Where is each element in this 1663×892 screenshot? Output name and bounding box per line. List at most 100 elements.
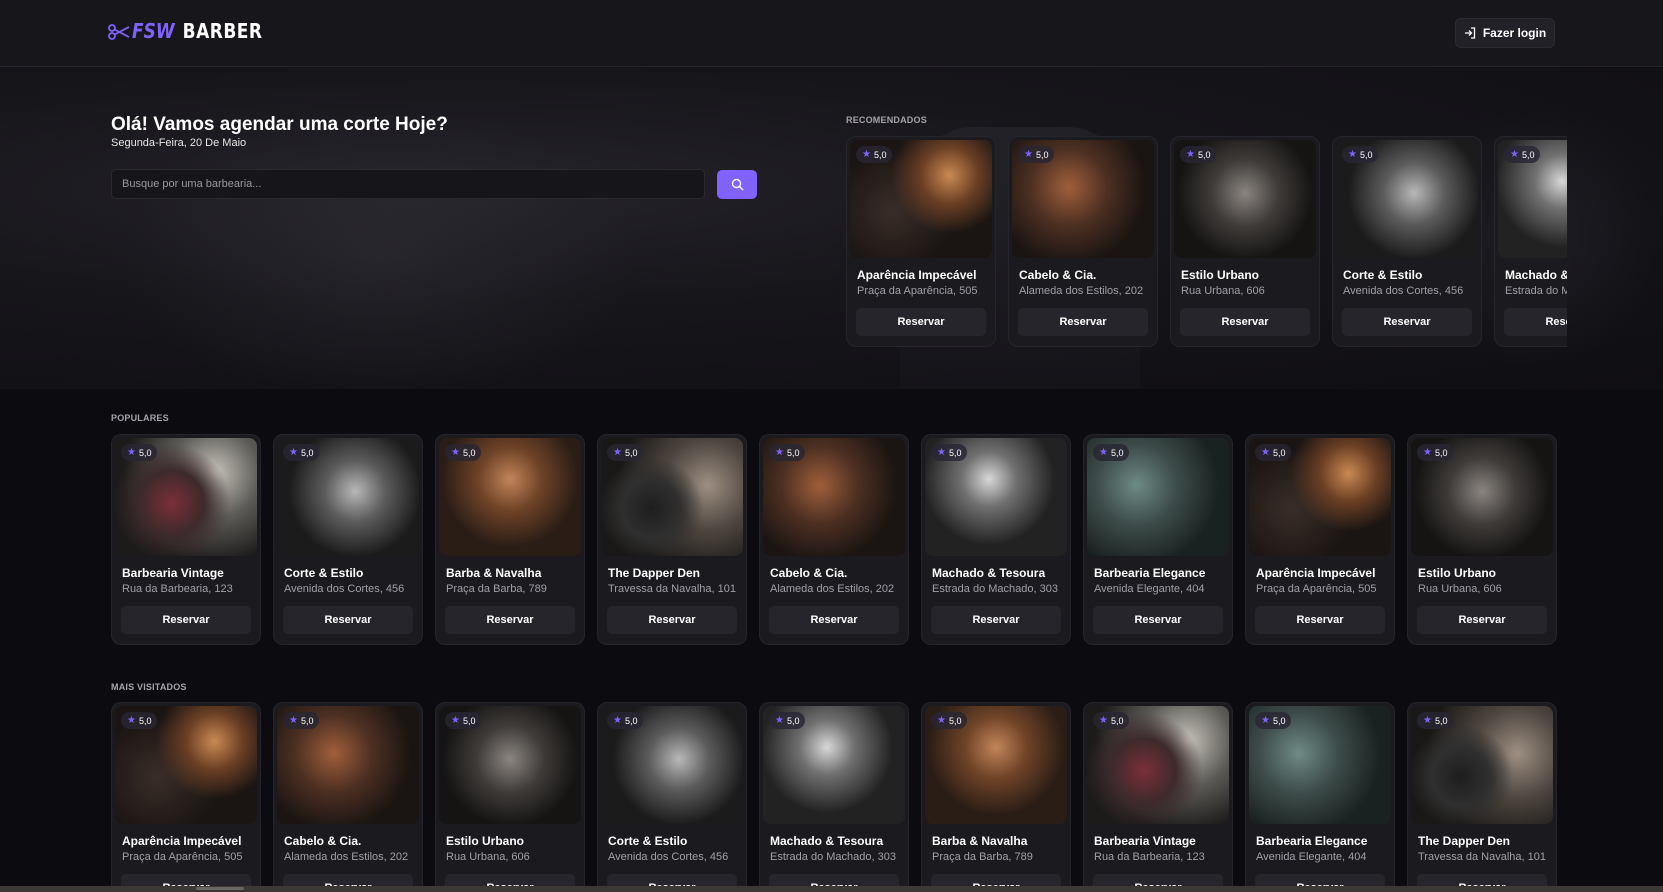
logo[interactable]: FSW BARBER — [108, 20, 262, 44]
rating-badge: ★ 5,0 — [1180, 146, 1217, 163]
barbershop-image: ★ 5,0 — [850, 140, 992, 258]
rating-value: 5,0 — [624, 715, 638, 726]
barbershop-name: Estilo Urbano — [1181, 268, 1260, 282]
reserve-button[interactable]: Reservar — [856, 308, 986, 336]
hero-bg-decoration — [120, 107, 640, 389]
scrollbar-thumb[interactable] — [196, 887, 244, 890]
star-icon: ★ — [1261, 714, 1270, 726]
most-visited-section-title: MAIS VISITADOS — [111, 682, 187, 692]
barbershop-address: Praça da Aparência, 505 — [857, 285, 978, 297]
barbershop-name: Barba & Navalha — [446, 566, 542, 580]
reserve-button[interactable]: Reservar — [1255, 606, 1385, 634]
star-icon: ★ — [1348, 148, 1357, 160]
rating-value: 5,0 — [1197, 149, 1211, 160]
rating-value: 5,0 — [786, 715, 800, 726]
search-input[interactable] — [111, 169, 705, 199]
reserve-button[interactable]: Reservar — [769, 606, 899, 634]
reserve-button[interactable]: Reservar — [1180, 308, 1310, 336]
barbershop-name: Barbearia Vintage — [1094, 834, 1196, 848]
reserve-button[interactable]: Reservar — [121, 606, 251, 634]
reserve-button[interactable]: Reservar — [445, 606, 575, 634]
barbershop-card[interactable]: ★ 5,0 Barbearia Vintage Rua da Barbearia… — [111, 434, 261, 645]
barbershop-card[interactable]: ★ 5,0 Aparência Impecável Praça da Aparê… — [111, 702, 261, 892]
rating-badge: ★ 5,0 — [607, 712, 644, 729]
rating-badge: ★ 5,0 — [1093, 444, 1130, 461]
login-button[interactable]: Fazer login — [1455, 18, 1555, 48]
rating-value: 5,0 — [1272, 447, 1286, 458]
reserve-button[interactable]: Reservar — [607, 606, 737, 634]
search-button[interactable] — [717, 170, 757, 199]
scissors-icon — [108, 24, 130, 40]
star-icon: ★ — [937, 714, 946, 726]
barbershop-card[interactable]: ★ 5,0 Cabelo & Cia. Alameda dos Estilos,… — [273, 702, 423, 892]
reserve-button[interactable]: Reservar — [283, 606, 413, 634]
rating-badge: ★ 5,0 — [931, 444, 968, 461]
barbershop-name: The Dapper Den — [1418, 834, 1511, 848]
rating-value: 5,0 — [1110, 447, 1124, 458]
barbershop-card[interactable]: ★ 5,0 Barbearia Elegance Avenida Elegant… — [1083, 434, 1233, 645]
barbershop-image: ★ 5,0 — [1411, 438, 1553, 556]
reserve-button[interactable]: Reservar — [1417, 606, 1547, 634]
barbershop-card[interactable]: ★ 5,0 Barbearia Vintage Rua da Barbearia… — [1083, 702, 1233, 892]
barbershop-card[interactable]: ★ 5,0 Barba & Navalha Praça da Barba, 78… — [435, 434, 585, 645]
login-label: Fazer login — [1482, 26, 1547, 40]
reserve-button[interactable]: Reservar — [931, 606, 1061, 634]
reserve-button[interactable]: Reservar — [1342, 308, 1472, 336]
barbershop-card[interactable]: ★ 5,0 Aparência Impecável Praça da Aparê… — [846, 136, 996, 347]
barbershop-card[interactable]: ★ 5,0 The Dapper Den Travessa da Navalha… — [597, 434, 747, 645]
barbershop-name: Cabelo & Cia. — [284, 834, 362, 848]
barbershop-card[interactable]: ★ 5,0 Estilo Urbano Rua Urbana, 606 Rese… — [1170, 136, 1320, 347]
barbershop-name: Corte & Estilo — [284, 566, 364, 580]
barbershop-image: ★ 5,0 — [1087, 438, 1229, 556]
barbershop-address: Avenida dos Cortes, 456 — [608, 851, 729, 863]
barbershop-name: Aparência Impecável — [122, 834, 242, 848]
horizontal-scrollbar[interactable] — [0, 886, 1663, 892]
barbershop-card[interactable]: ★ 5,0 Estilo Urbano Rua Urbana, 606 Rese… — [435, 702, 585, 892]
barbershop-image: ★ 5,0 — [1498, 140, 1567, 258]
reserve-button[interactable]: Reservar — [1018, 308, 1148, 336]
star-icon: ★ — [451, 446, 460, 458]
barbershop-address: Estrada do Machado, 303 — [1505, 285, 1567, 297]
barbershop-card[interactable]: ★ 5,0 Cabelo & Cia. Alameda dos Estilos,… — [1008, 136, 1158, 347]
barbershop-card[interactable]: ★ 5,0 Corte & Estilo Avenida dos Cortes,… — [1332, 136, 1482, 347]
star-icon: ★ — [289, 714, 298, 726]
rating-value: 5,0 — [462, 447, 476, 458]
rating-value: 5,0 — [1110, 715, 1124, 726]
rating-badge: ★ 5,0 — [931, 712, 968, 729]
rating-value: 5,0 — [1434, 715, 1448, 726]
barbershop-name: Machado & Tesoura — [770, 834, 884, 848]
barbershop-image: ★ 5,0 — [601, 706, 743, 824]
rating-value: 5,0 — [1359, 149, 1373, 160]
reserve-button[interactable]: Reservar — [1504, 308, 1567, 336]
barbershop-card[interactable]: ★ 5,0 Cabelo & Cia. Alameda dos Estilos,… — [759, 434, 909, 645]
barbershop-card[interactable]: ★ 5,0 Barba & Navalha Praça da Barba, 78… — [921, 702, 1071, 892]
barbershop-name: Machado & Tesoura — [1505, 268, 1567, 282]
star-icon: ★ — [1423, 446, 1432, 458]
star-icon: ★ — [775, 446, 784, 458]
barbershop-address: Praça da Barba, 789 — [932, 851, 1033, 863]
barbershop-card[interactable]: ★ 5,0 Aparência Impecável Praça da Aparê… — [1245, 434, 1395, 645]
greeting-title: Olá! Vamos agendar uma corte Hoje? — [111, 114, 448, 135]
search-icon — [731, 178, 743, 191]
logo-fsw-text: FSW — [132, 20, 175, 44]
current-date: Segunda-Feira, 20 De Maio — [111, 137, 247, 149]
barbershop-card[interactable]: ★ 5,0 Machado & Tesoura Estrada do Macha… — [759, 702, 909, 892]
most-visited-list: ★ 5,0 Aparência Impecável Praça da Aparê… — [111, 702, 1561, 892]
barbershop-card[interactable]: ★ 5,0 Corte & Estilo Avenida dos Cortes,… — [597, 702, 747, 892]
barbershop-card[interactable]: ★ 5,0 Machado & Tesoura Estrada do Macha… — [1494, 136, 1567, 347]
barbershop-card[interactable]: ★ 5,0 Machado & Tesoura Estrada do Macha… — [921, 434, 1071, 645]
barbershop-address: Travessa da Navalha, 101 — [608, 583, 736, 595]
barbershop-name: Barbearia Elegance — [1094, 566, 1206, 580]
barbershop-card[interactable]: ★ 5,0 Estilo Urbano Rua Urbana, 606 Rese… — [1407, 434, 1557, 645]
barbershop-card[interactable]: ★ 5,0 Corte & Estilo Avenida dos Cortes,… — [273, 434, 423, 645]
popular-section-title: POPULARES — [111, 413, 169, 423]
reserve-button[interactable]: Reservar — [1093, 606, 1223, 634]
barbershop-image: ★ 5,0 — [115, 706, 257, 824]
barbershop-image: ★ 5,0 — [1249, 438, 1391, 556]
barbershop-card[interactable]: ★ 5,0 Barbearia Elegance Avenida Elegant… — [1245, 702, 1395, 892]
star-icon: ★ — [1186, 148, 1195, 160]
barbershop-image: ★ 5,0 — [1336, 140, 1478, 258]
barbershop-card[interactable]: ★ 5,0 The Dapper Den Travessa da Navalha… — [1407, 702, 1557, 892]
barbershop-name: The Dapper Den — [608, 566, 701, 580]
rating-badge: ★ 5,0 — [856, 146, 893, 163]
